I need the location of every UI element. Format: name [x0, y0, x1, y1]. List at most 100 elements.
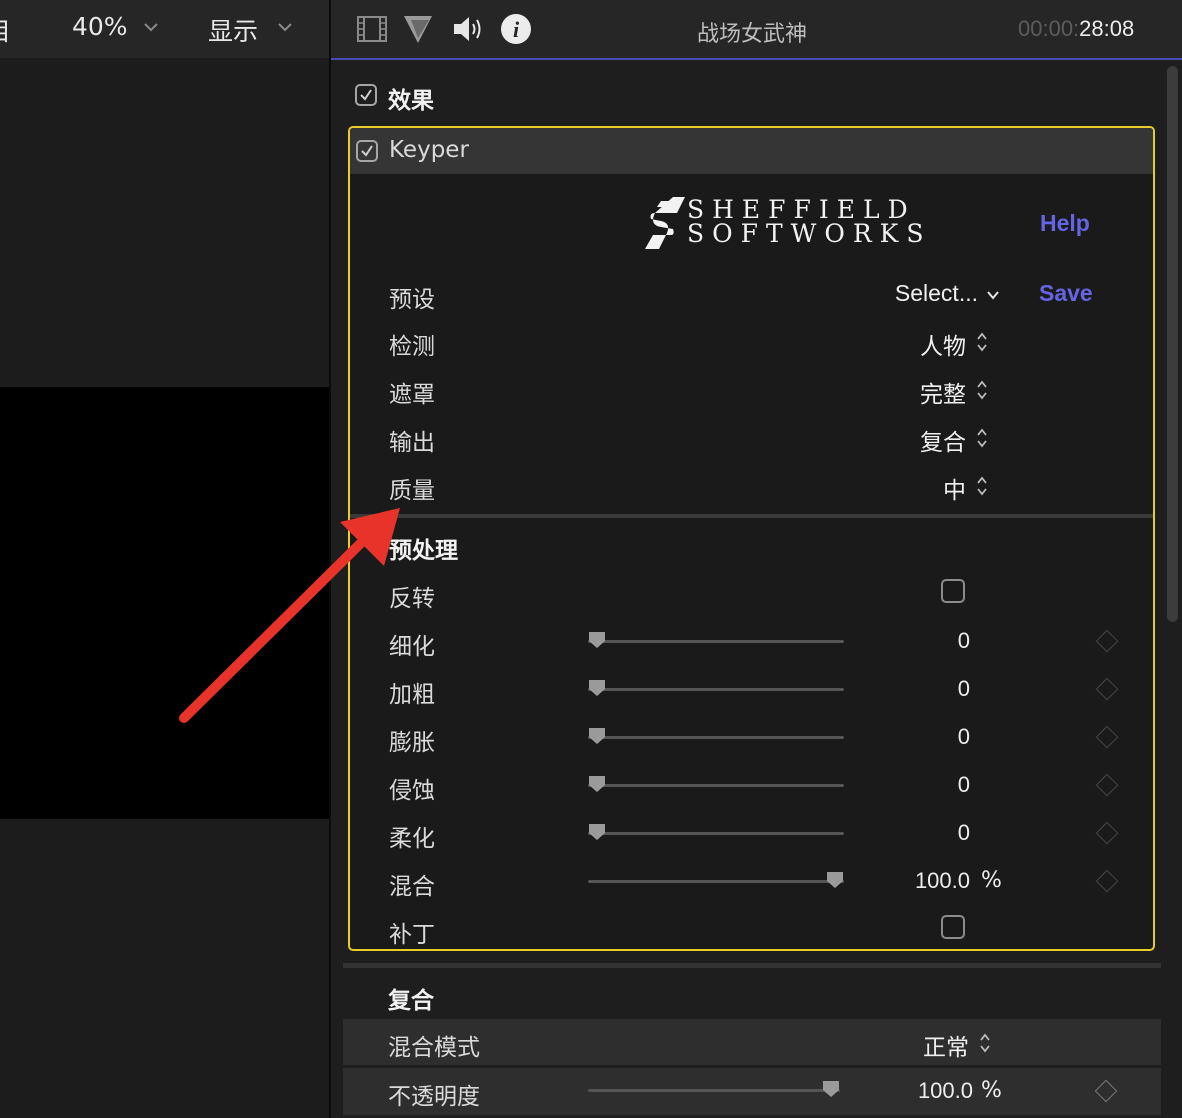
- detect-value: 人物: [920, 334, 966, 360]
- param-label-matte: 遮罩: [389, 382, 435, 408]
- slider-knob[interactable]: [588, 775, 606, 793]
- up-down-arrows-icon: [977, 380, 987, 400]
- slider-row: 柔化 0: [350, 819, 1153, 859]
- preprocess-heading: 预处理: [389, 538, 458, 564]
- film-icon[interactable]: [355, 12, 389, 46]
- timecode-dim: 00:00:: [1018, 16, 1080, 41]
- logo-line-2: SOFTWORKS: [687, 219, 932, 248]
- detect-popup[interactable]: 人物: [870, 327, 990, 360]
- slider-value[interactable]: 100.0: [870, 868, 970, 894]
- slider-row: 细化 0: [350, 627, 1153, 667]
- up-down-arrows-icon: [977, 332, 987, 352]
- view-menu[interactable]: 显示: [208, 12, 258, 48]
- preset-value: Select...: [894, 280, 978, 306]
- slider-track[interactable]: [588, 640, 844, 643]
- param-label-detect: 检测: [389, 334, 435, 360]
- opacity-row: 不透明度 100.0 %: [343, 1068, 1161, 1115]
- keyframe-diamond-icon[interactable]: [1095, 773, 1119, 797]
- speaker-icon[interactable]: [451, 12, 485, 46]
- slider-label: 加粗: [389, 682, 435, 708]
- viewer-canvas: [0, 387, 329, 819]
- quality-popup[interactable]: 中: [870, 471, 990, 504]
- timecode-value: 28:08: [1079, 16, 1135, 41]
- help-link[interactable]: Help: [1040, 210, 1090, 237]
- opacity-slider-knob[interactable]: [822, 1080, 840, 1098]
- effects-checkbox[interactable]: [355, 84, 377, 106]
- keyframe-diamond-icon[interactable]: [1095, 821, 1119, 845]
- slider-value[interactable]: 0: [870, 772, 970, 798]
- effects-section-header[interactable]: 效果: [343, 72, 1161, 120]
- slider-value[interactable]: 0: [870, 628, 970, 654]
- keyper-title: Keyper: [389, 137, 469, 163]
- slider-label: 柔化: [389, 826, 435, 852]
- viewer-toolbar-cut-label: 目: [0, 12, 11, 48]
- slider-row: 混合 100.0%: [350, 867, 1153, 907]
- matte-popup[interactable]: 完整: [870, 375, 990, 408]
- slider-row: 加粗 0: [350, 675, 1153, 715]
- keyframe-diamond-icon[interactable]: [1094, 1079, 1118, 1103]
- keyframe-diamond-icon[interactable]: [1095, 869, 1119, 893]
- invert-checkbox[interactable]: [941, 579, 965, 603]
- opacity-label: 不透明度: [388, 1084, 480, 1110]
- output-popup[interactable]: 复合: [870, 423, 990, 456]
- keyper-header[interactable]: Keyper: [350, 128, 1153, 174]
- param-label-output: 输出: [389, 430, 435, 456]
- slider-track[interactable]: [588, 880, 844, 883]
- save-preset-button[interactable]: Save: [1039, 280, 1093, 307]
- sheffield-logo-mark-icon: [645, 197, 685, 249]
- zoom-menu[interactable]: 40%: [72, 12, 128, 41]
- checkmark-icon: [361, 145, 373, 157]
- slider-label: 混合: [389, 874, 435, 900]
- color-triangle-icon[interactable]: [401, 12, 435, 46]
- blend-mode-value: 正常: [923, 1035, 969, 1061]
- slider-label: 侵蚀: [389, 778, 435, 804]
- slider-value[interactable]: 0: [870, 676, 970, 702]
- chevron-down-icon[interactable]: [275, 16, 295, 36]
- keyframe-diamond-icon[interactable]: [1095, 725, 1119, 749]
- keyper-checkbox[interactable]: [356, 140, 378, 162]
- chevron-down-icon: [987, 291, 999, 300]
- opacity-slider-track[interactable]: [588, 1089, 840, 1092]
- keyframe-diamond-icon[interactable]: [1095, 629, 1119, 653]
- blend-mode-popup[interactable]: 正常: [863, 1028, 993, 1061]
- param-label-preset: 预设: [389, 287, 435, 313]
- preset-dropdown[interactable]: Select...: [870, 280, 1000, 310]
- viewer-toolbar: 目 40% 显示: [0, 0, 329, 58]
- inspector-pane: i 战场女武神 00:00:28:08 效果 Keyper SHEFFIELD …: [331, 0, 1182, 1118]
- opacity-value[interactable]: 100.0: [873, 1078, 973, 1104]
- patch-checkbox[interactable]: [941, 915, 965, 939]
- up-down-arrows-icon: [980, 1033, 990, 1053]
- slider-knob[interactable]: [826, 871, 844, 889]
- slider-label: 细化: [389, 634, 435, 660]
- opacity-unit: %: [981, 1078, 1002, 1103]
- section-separator: [350, 514, 1153, 518]
- slider-knob[interactable]: [588, 631, 606, 649]
- slider-track[interactable]: [588, 688, 844, 691]
- slider-knob[interactable]: [588, 823, 606, 841]
- blend-mode-row: 混合模式 正常: [343, 1019, 1161, 1065]
- keyper-effect-panel: Keyper SHEFFIELD SOFTWORKS Help 预设 Selec…: [348, 126, 1155, 951]
- checkmark-icon: [360, 89, 372, 101]
- slider-track[interactable]: [588, 784, 844, 787]
- effects-label: 效果: [388, 88, 434, 114]
- patch-label: 补丁: [389, 922, 435, 948]
- slider-knob[interactable]: [588, 679, 606, 697]
- composite-heading: 复合: [388, 988, 434, 1014]
- sheffield-softworks-logo: SHEFFIELD SOFTWORKS: [641, 195, 941, 251]
- slider-row: 侵蚀 0: [350, 771, 1153, 811]
- inspector-header: i 战场女武神 00:00:28:08: [331, 0, 1182, 60]
- keyframe-diamond-icon[interactable]: [1095, 677, 1119, 701]
- timecode: 00:00:28:08: [1018, 16, 1134, 42]
- info-icon[interactable]: i: [499, 12, 533, 46]
- slider-track[interactable]: [588, 832, 844, 835]
- slider-label: 膨胀: [389, 730, 435, 756]
- slider-knob[interactable]: [588, 727, 606, 745]
- chevron-down-icon[interactable]: [141, 16, 161, 36]
- svg-text:i: i: [513, 17, 520, 42]
- slider-value[interactable]: 0: [870, 724, 970, 750]
- clip-title: 战场女武神: [697, 22, 808, 47]
- slider-value[interactable]: 0: [870, 820, 970, 846]
- slider-track[interactable]: [588, 736, 844, 739]
- inspector-scrollbar[interactable]: [1167, 66, 1178, 622]
- slider-row: 膨胀 0: [350, 723, 1153, 763]
